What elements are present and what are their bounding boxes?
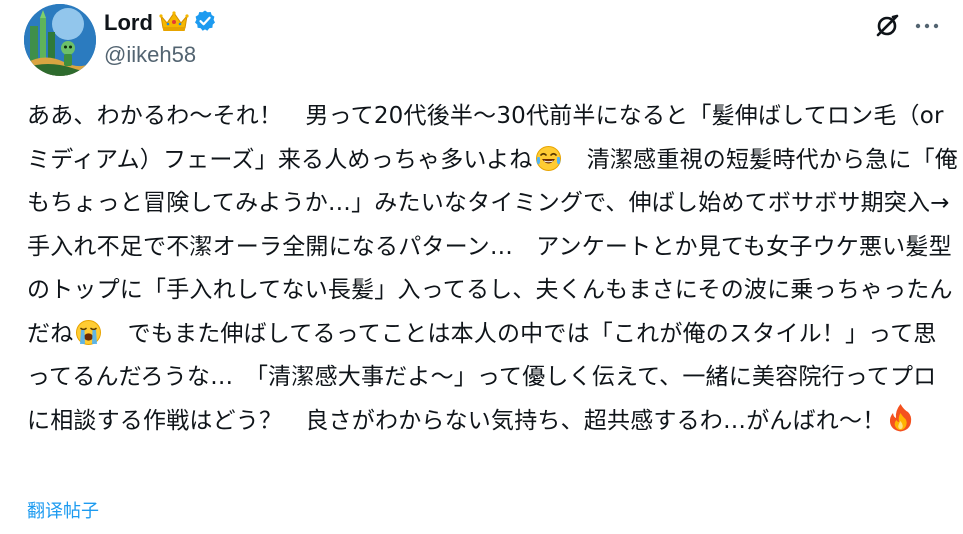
translate-post-link[interactable]: 翻译帖子 [27, 497, 99, 523]
post: Lord @iikeh58 ああ、わかるわ〜それ！ 男って20代後半〜30代前半… [0, 0, 963, 534]
avatar[interactable] [24, 4, 96, 76]
post-text: ああ、わかるわ〜それ！ 男って20代後半〜30代前半になると「髪伸ばしてロン毛（… [27, 95, 959, 443]
author-line: Lord [104, 8, 217, 38]
grok-icon[interactable] [869, 10, 905, 42]
laughing-tears-emoji-icon [535, 144, 562, 171]
fire-emoji-icon [887, 403, 914, 431]
post-actions [865, 10, 945, 42]
post-text-segment: でもまた伸ばしてるってことは本人の中では「これが俺のスタイル！」って思ってるんだ… [27, 320, 937, 434]
author-handle[interactable]: @iikeh58 [104, 42, 196, 68]
more-icon[interactable] [909, 10, 945, 42]
display-name[interactable]: Lord [104, 10, 153, 36]
crown-icon [159, 10, 189, 36]
verified-badge-icon[interactable] [193, 9, 217, 37]
crying-emoji-icon [75, 318, 102, 345]
avatar-image [24, 4, 96, 76]
post-text-segment: 清潔感重視の短髪時代から急に「俺もちょっと冒険してみようか…」みたいなタイミング… [27, 146, 958, 347]
